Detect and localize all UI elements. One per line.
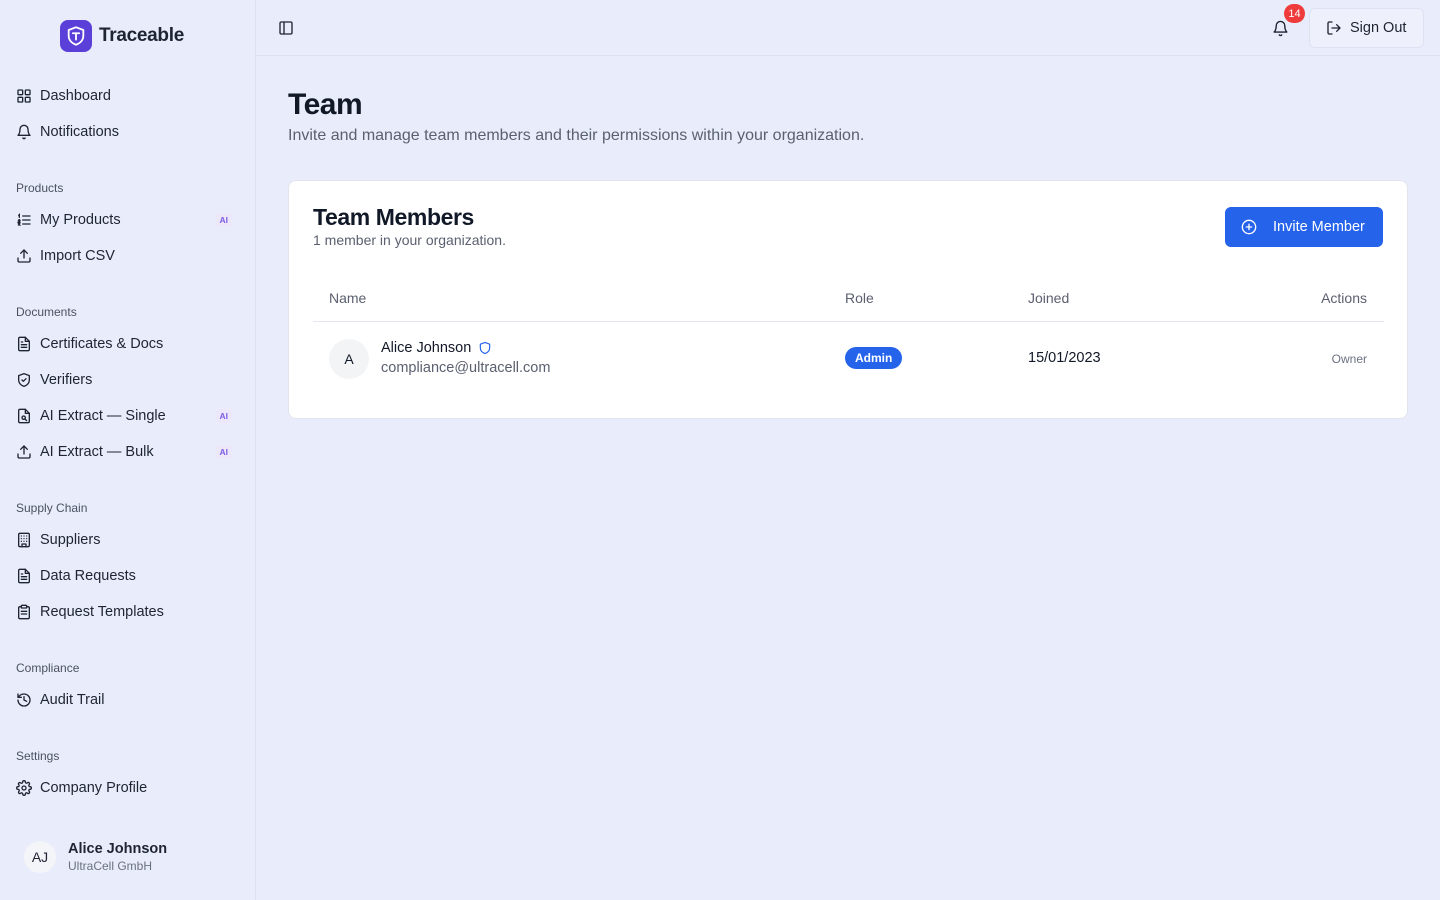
ai-badge: AI: [215, 409, 232, 423]
section-label-products: Products: [16, 181, 64, 195]
sidebar-item-notifications[interactable]: Notifications: [8, 116, 240, 148]
user-profile[interactable]: AJ Alice Johnson UltraCell GmbH: [24, 840, 167, 874]
page-title: Team: [288, 88, 363, 121]
sidebar-item-ai-extract-bulk[interactable]: AI Extract — Bulk AI: [8, 436, 240, 468]
sidebar-item-request-templates[interactable]: Request Templates: [8, 596, 240, 628]
sidebar-item-certificates-docs[interactable]: Certificates & Docs: [8, 328, 240, 360]
sidebar-item-label: Certificates & Docs: [40, 336, 164, 352]
logout-icon: [1326, 20, 1342, 36]
sidebar-item-verifiers[interactable]: Verifiers: [8, 364, 240, 396]
member-action-owner: Owner: [1331, 352, 1367, 366]
building-icon: [16, 532, 32, 548]
ai-badge: AI: [215, 213, 232, 227]
sidebar: Traceable Dashboard Notifications Produc…: [0, 0, 256, 900]
sidebar-item-label: Import CSV: [40, 248, 115, 264]
member-name: Alice Johnson: [381, 340, 472, 356]
member-joined-date: 15/01/2023: [1028, 350, 1101, 366]
file-scan-icon: [16, 408, 32, 424]
sidebar-item-label: Request Templates: [40, 604, 164, 620]
member-email: compliance@ultracell.com: [381, 360, 551, 376]
gear-icon: [16, 780, 32, 796]
column-header-joined[interactable]: Joined: [1028, 290, 1069, 306]
plus-circle-icon: [1241, 219, 1257, 235]
invite-member-button[interactable]: Invite Member: [1225, 207, 1383, 247]
column-header-actions: Actions: [1321, 290, 1367, 306]
sign-out-button[interactable]: Sign Out: [1309, 8, 1424, 48]
card-title: Team Members: [313, 204, 474, 230]
sign-out-label: Sign Out: [1350, 20, 1407, 36]
sidebar-item-label: Verifiers: [40, 372, 93, 388]
brand[interactable]: Traceable: [60, 20, 184, 52]
brand-name: Traceable: [99, 25, 184, 46]
bell-icon: [16, 124, 32, 140]
role-badge: Admin: [845, 347, 903, 369]
sidebar-item-label: AI Extract — Bulk: [40, 444, 154, 460]
sidebar-item-company-profile[interactable]: Company Profile: [8, 772, 240, 804]
card-subtitle: 1 member in your organization.: [313, 232, 506, 248]
list-icon: [16, 212, 32, 228]
sidebar-item-dashboard[interactable]: Dashboard: [8, 80, 240, 112]
ai-badge: AI: [215, 445, 232, 459]
clipboard-icon: [16, 604, 32, 620]
page-subtitle: Invite and manage team members and their…: [288, 127, 865, 144]
sidebar-item-suppliers[interactable]: Suppliers: [8, 524, 240, 556]
team-members-card: Team Members 1 member in your organizati…: [288, 180, 1408, 419]
sidebar-item-import-csv[interactable]: Import CSV: [8, 240, 240, 272]
table-divider: [313, 321, 1384, 322]
sidebar-item-label: Company Profile: [40, 780, 148, 796]
member-avatar: A: [329, 339, 369, 379]
upload-icon: [16, 444, 32, 460]
column-header-name[interactable]: Name: [329, 290, 366, 306]
profile-name: Alice Johnson: [68, 841, 168, 857]
grid-icon: [16, 88, 32, 104]
sidebar-item-label: Notifications: [40, 124, 119, 140]
sidebar-item-ai-extract-single[interactable]: AI Extract — Single AI: [8, 400, 240, 432]
notification-count-badge: 14: [1284, 4, 1305, 23]
section-label-compliance: Compliance: [16, 661, 80, 675]
sidebar-item-audit-trail[interactable]: Audit Trail: [8, 684, 240, 716]
sidebar-item-label: Suppliers: [40, 532, 101, 548]
sidebar-item-label: Audit Trail: [40, 692, 105, 708]
sidebar-item-label: AI Extract — Single: [40, 408, 166, 424]
traceable-logo-icon: [60, 20, 92, 52]
shield-icon: [478, 341, 492, 355]
file-icon: [16, 336, 32, 352]
topbar: 14 Sign Out: [256, 0, 1440, 56]
sidebar-item-label: Data Requests: [40, 568, 136, 584]
sidebar-item-label: Dashboard: [40, 88, 111, 104]
section-label-settings: Settings: [16, 749, 60, 763]
sidebar-toggle-icon[interactable]: [276, 18, 296, 38]
shield-check-icon: [16, 372, 32, 388]
column-header-role[interactable]: Role: [845, 290, 874, 306]
section-label-supply-chain: Supply Chain: [16, 501, 88, 515]
section-label-documents: Documents: [16, 305, 77, 319]
history-icon: [16, 692, 32, 708]
member-name-cell: Alice Johnson: [381, 340, 492, 356]
sidebar-item-label: My Products: [40, 212, 121, 228]
profile-org: UltraCell GmbH: [68, 859, 153, 873]
avatar: AJ: [24, 841, 56, 873]
sidebar-item-my-products[interactable]: My Products AI: [8, 204, 240, 236]
sidebar-item-data-requests[interactable]: Data Requests: [8, 560, 240, 592]
invite-member-label: Invite Member: [1273, 219, 1365, 235]
upload-icon: [16, 248, 32, 264]
file-icon: [16, 568, 32, 584]
